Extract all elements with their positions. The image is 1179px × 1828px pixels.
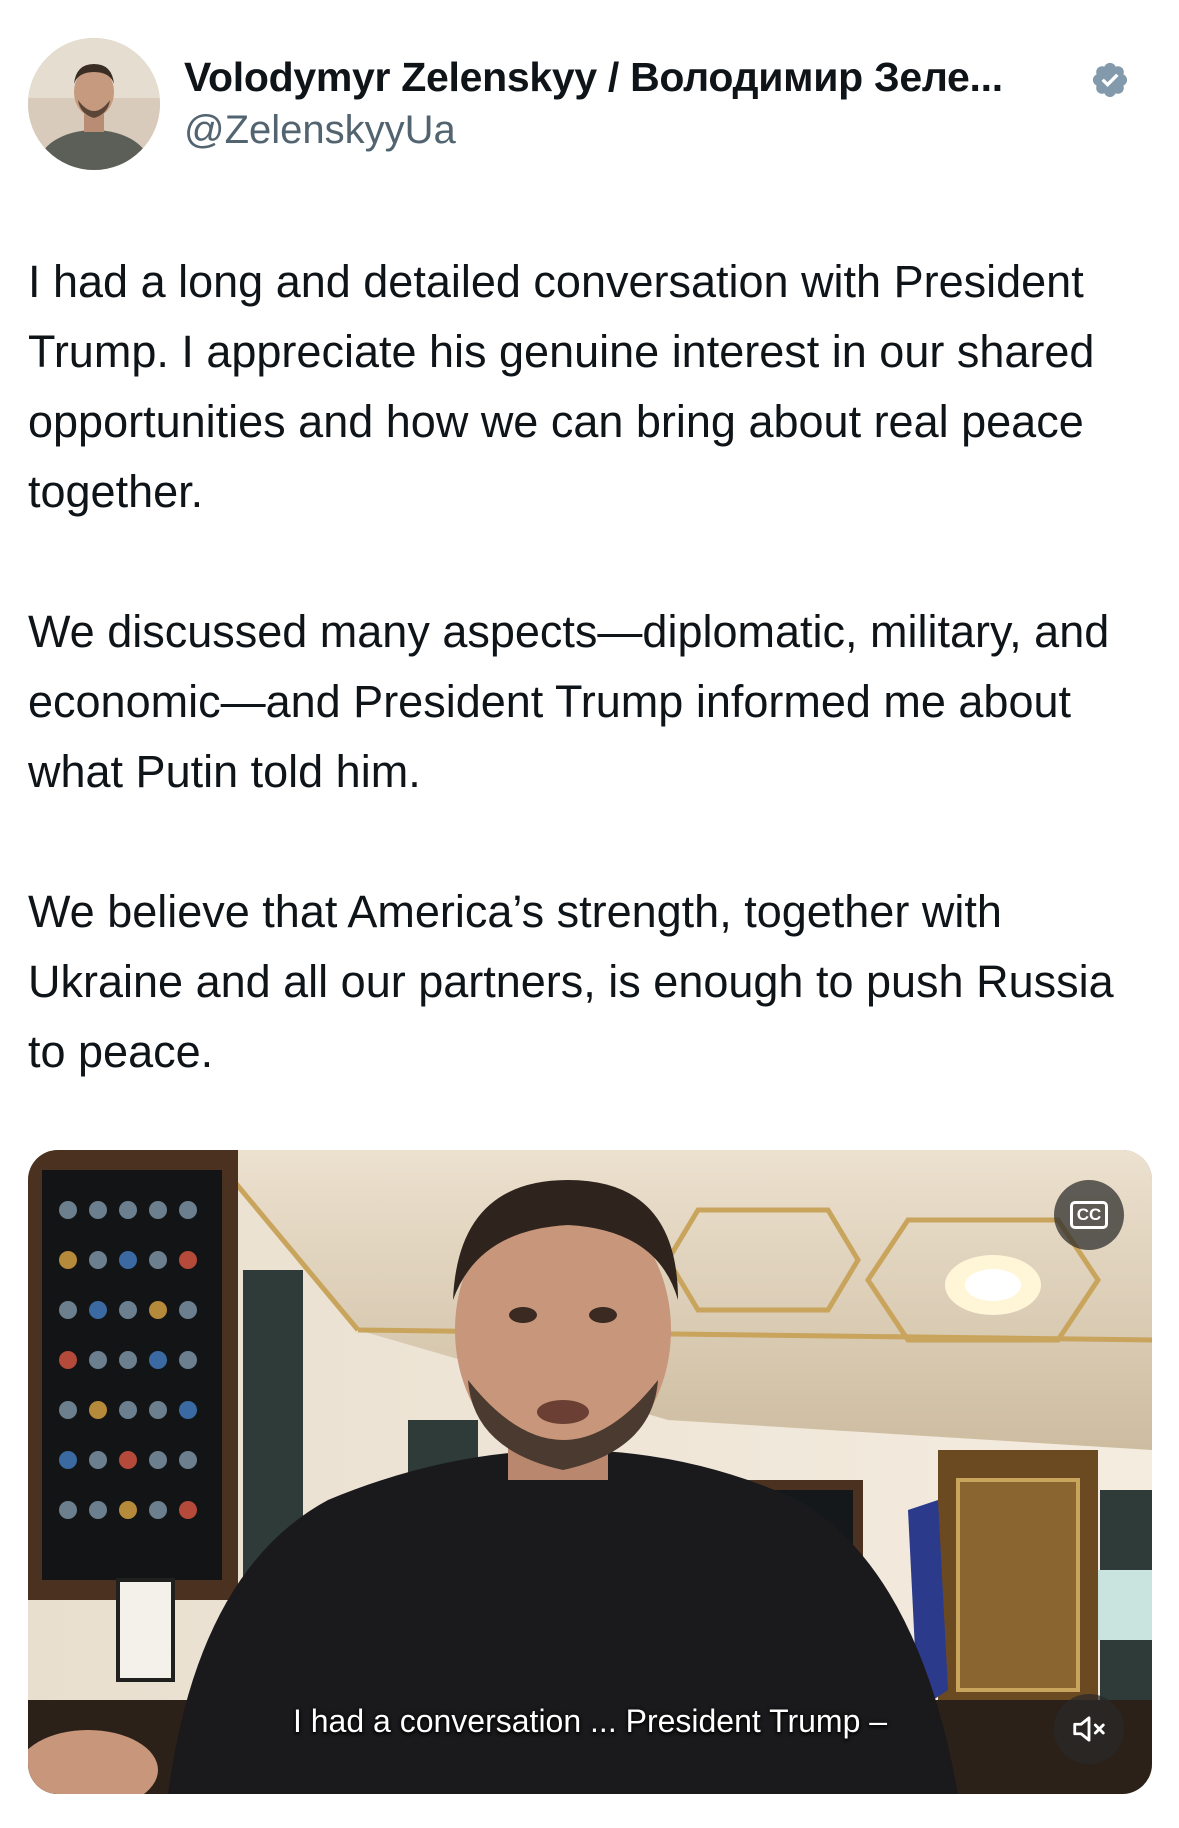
author-avatar[interactable] [28, 38, 160, 170]
tweet-card[interactable]: Volodymyr Zelenskyy / Володимир Зеле... … [0, 0, 1179, 1828]
tweet-paragraph: We believe that America’s strength, toge… [28, 886, 1114, 1077]
author-display-name[interactable]: Volodymyr Zelenskyy / Володимир Зеле... [184, 54, 1003, 101]
video-subtitle: I had a conversation ... President Trump… [292, 1703, 888, 1739]
mute-toggle-button[interactable] [1054, 1694, 1124, 1764]
tweet-paragraph: I had a long and detailed conversation w… [28, 256, 1095, 517]
author-handle[interactable]: @ZelenskyyUa [184, 108, 456, 153]
tweet-paragraph: We discussed many aspects—diplomatic, mi… [28, 606, 1110, 797]
tweet-body: I had a long and detailed conversation w… [28, 247, 1158, 1087]
verified-badge-icon [1092, 62, 1128, 98]
speaker-muted-icon [1073, 1716, 1105, 1742]
closed-captions-icon: CC [1069, 1201, 1109, 1229]
closed-captions-button[interactable]: CC [1054, 1180, 1124, 1250]
video-frame [28, 1150, 1152, 1794]
video-player[interactable]: CC I had a conversation ... President Tr… [28, 1150, 1152, 1794]
